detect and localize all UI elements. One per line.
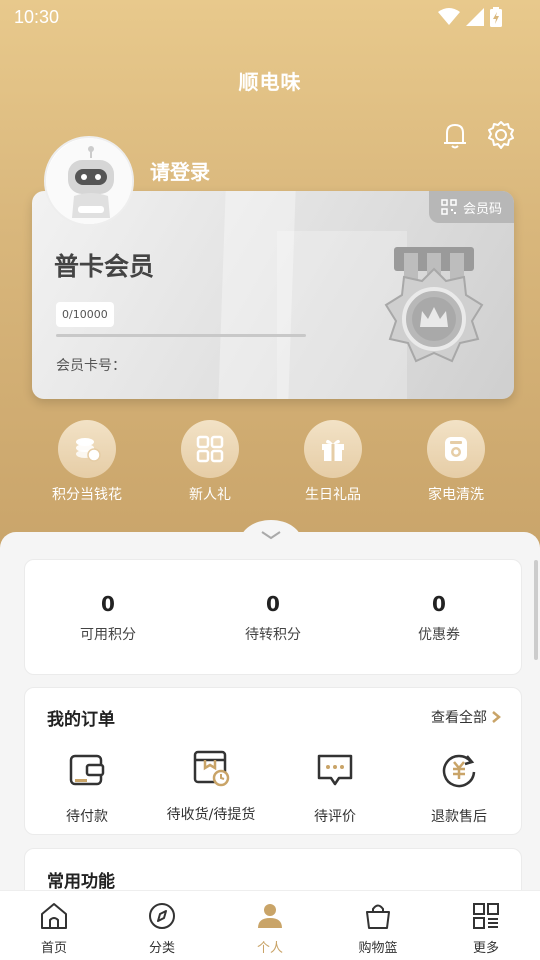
- order-label: 待评价: [314, 809, 356, 825]
- order-pending-receipt[interactable]: 待收货/待提货: [149, 748, 273, 824]
- quick-action-icon-wrap: [304, 420, 362, 478]
- page-title: 顺电味: [238, 70, 302, 94]
- order-refund[interactable]: 退款售后: [397, 750, 521, 826]
- order-pending-review[interactable]: 待评价: [273, 750, 397, 826]
- stat-label: 待转积分: [245, 627, 301, 643]
- member-code-button[interactable]: 会员码: [428, 191, 514, 223]
- wifi-icon: [438, 8, 460, 25]
- gift-icon: [322, 439, 344, 461]
- bell-icon: [444, 123, 466, 149]
- robot-avatar-icon: [46, 138, 132, 224]
- home-icon: [41, 903, 67, 929]
- tab-basket[interactable]: 购物篮: [324, 901, 432, 956]
- order-pending-payment[interactable]: 待付款: [25, 750, 149, 826]
- battery-icon: [490, 7, 502, 27]
- medal-icon: [384, 247, 484, 363]
- quick-action-birthday[interactable]: 生日礼品: [273, 420, 393, 504]
- gear-icon: [488, 121, 514, 149]
- quick-action-label: 新人礼: [189, 487, 231, 503]
- status-icons: [438, 7, 502, 27]
- status-time: 10:30: [14, 6, 60, 27]
- stat-label: 优惠券: [418, 627, 460, 643]
- member-level: 普卡会员: [54, 252, 155, 281]
- stat-label: 可用积分: [80, 627, 136, 643]
- stat-coupons[interactable]: 0 优惠券: [369, 592, 509, 644]
- stat-value: 0: [432, 592, 446, 616]
- washer-icon: [445, 437, 467, 461]
- wallet-icon: [69, 754, 105, 786]
- stat-pending-points[interactable]: 0 待转积分: [203, 592, 343, 644]
- compass-icon: [149, 903, 175, 929]
- qr-code-icon: [441, 199, 457, 215]
- orders-panel: 我的订单 查看全部 待付款 待收货/待提货 待评价 退款售后: [24, 687, 522, 835]
- quick-action-icon-wrap: [427, 420, 485, 478]
- tab-label: 分类: [148, 941, 175, 956]
- quick-action-newcomer[interactable]: 新人礼: [150, 420, 270, 504]
- qr-gift-icon: [196, 435, 224, 463]
- coins-icon: [76, 438, 101, 462]
- settings-button[interactable]: [485, 119, 517, 151]
- quick-action-label: 家电清洗: [428, 487, 484, 503]
- stat-available-points[interactable]: 0 可用积分: [38, 592, 178, 644]
- order-label: 退款售后: [431, 809, 487, 825]
- bottom-tabbar: 首页 分类 个人 购物篮 更多: [0, 890, 540, 960]
- view-all-label: 查看全部: [431, 710, 487, 726]
- tab-label: 更多: [472, 941, 499, 956]
- stat-value: 0: [266, 592, 280, 616]
- stat-value: 0: [101, 592, 115, 616]
- order-label: 待付款: [66, 809, 108, 825]
- points-progress: 0/10000: [56, 302, 114, 327]
- signal-icon: [466, 8, 484, 26]
- login-prompt[interactable]: 请登录: [150, 156, 210, 185]
- scrollbar[interactable]: [534, 560, 538, 660]
- tab-category[interactable]: 分类: [108, 901, 216, 956]
- chevron-down-icon: [261, 531, 281, 540]
- order-label: 待收货/待提货: [166, 807, 256, 823]
- common-functions-title: 常用功能: [47, 872, 115, 892]
- status-bar: 10:30: [0, 0, 540, 34]
- person-icon: [258, 904, 282, 928]
- chevron-right-icon: [492, 711, 501, 723]
- quick-actions: 积分当钱花 新人礼 生日礼品 家电清洗: [0, 420, 540, 510]
- grid-icon: [473, 903, 499, 929]
- avatar[interactable]: [44, 136, 134, 226]
- refund-icon: [442, 754, 476, 788]
- tab-label: 个人: [256, 941, 283, 956]
- card-number-label: 会员卡号：: [56, 358, 126, 374]
- tab-label: 首页: [40, 941, 67, 956]
- quick-action-label: 生日礼品: [305, 487, 361, 503]
- tab-home[interactable]: 首页: [0, 901, 108, 956]
- quick-action-icon-wrap: [181, 420, 239, 478]
- box-clock-icon: [193, 750, 230, 787]
- quick-action-label: 积分当钱花: [52, 487, 122, 503]
- chat-icon: [317, 754, 353, 786]
- view-all-orders-link[interactable]: 查看全部: [431, 707, 501, 727]
- tab-label: 购物篮: [358, 941, 398, 956]
- member-code-label: 会员码: [462, 201, 502, 217]
- tab-more[interactable]: 更多: [432, 901, 540, 956]
- notification-button[interactable]: [439, 119, 471, 151]
- tab-personal[interactable]: 个人: [216, 901, 324, 956]
- quick-action-cleaning[interactable]: 家电清洗: [396, 420, 516, 504]
- quick-action-points[interactable]: 积分当钱花: [27, 420, 147, 504]
- stats-panel: 0 可用积分 0 待转积分 0 优惠券: [24, 559, 522, 675]
- orders-title: 我的订单: [47, 710, 115, 730]
- quick-action-icon-wrap: [58, 420, 116, 478]
- progress-bar: [56, 334, 306, 337]
- basket-icon: [366, 904, 390, 929]
